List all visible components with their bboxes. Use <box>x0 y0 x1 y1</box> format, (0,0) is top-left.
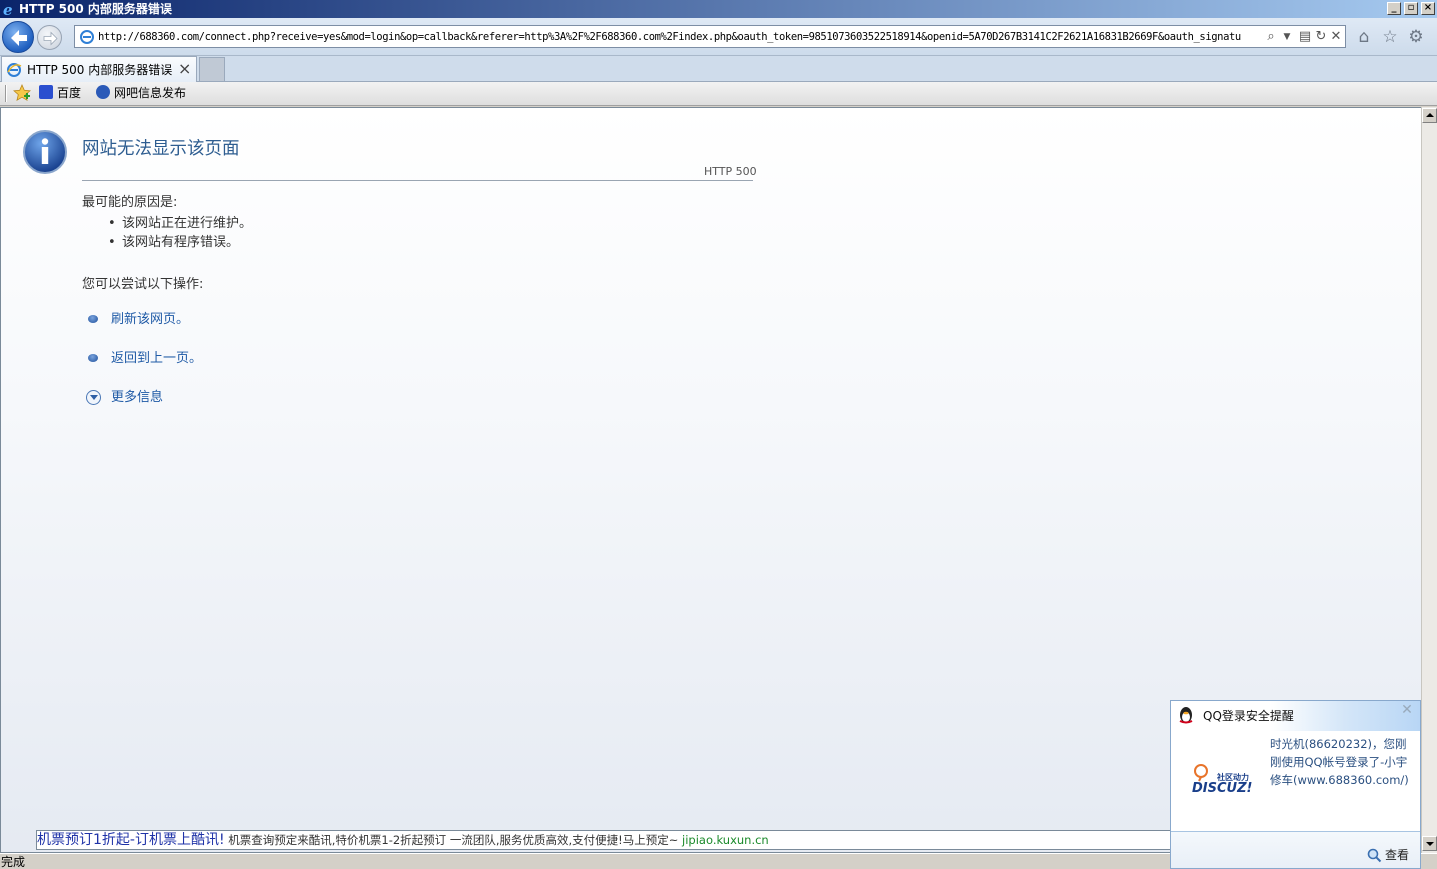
netbar-icon <box>96 85 110 99</box>
stop-icon[interactable]: ✕ <box>1328 29 1344 45</box>
ad-url[interactable]: jipiao.kuxun.cn <box>682 833 769 847</box>
qq-popup-header: QQ登录安全提醒 ✕ <box>1171 701 1420 731</box>
close-icon[interactable]: ✕ <box>1399 702 1415 718</box>
error-code: HTTP 500 <box>704 165 757 178</box>
page-ie-icon <box>80 30 94 44</box>
window-title-bar[interactable]: e HTTP 500 内部服务器错误 _ ▫ × <box>0 0 1437 18</box>
favorites-bar: 百度 网吧信息发布 <box>0 82 1437 106</box>
ie-logo-icon: e <box>3 1 13 17</box>
svg-text:e: e <box>3 1 13 17</box>
more-info-label[interactable]: 更多信息 <box>111 389 163 407</box>
status-text: 完成 <box>1 855 26 869</box>
search-icon[interactable]: ⌕ <box>1263 29 1279 45</box>
forward-arrow-icon <box>43 31 58 46</box>
close-window-button[interactable]: × <box>1421 2 1435 15</box>
expand-chevron-icon[interactable] <box>86 390 101 405</box>
window-title: HTTP 500 内部服务器错误 <box>19 2 172 16</box>
qq-popup-message: 时光机(86620232)，您刚刚使用QQ帐号登录了-小宇修车(www.6883… <box>1270 737 1409 787</box>
title-divider <box>82 180 753 181</box>
magnifier-icon <box>1367 848 1382 863</box>
forward-button[interactable] <box>37 25 62 50</box>
qq-popup-title: QQ登录安全提醒 <box>1203 709 1294 723</box>
go-back-label[interactable]: 返回到上一页。 <box>111 350 202 368</box>
qq-view-button[interactable]: 查看 <box>1367 847 1409 863</box>
refresh-icon[interactable]: ↻ <box>1313 29 1329 45</box>
favorite-netbar-label: 网吧信息发布 <box>114 86 187 100</box>
tab-bar: HTTP 500 内部服务器错误 × <box>0 56 1437 82</box>
bullet-icon <box>88 354 98 362</box>
favorites-add-star-icon[interactable] <box>13 84 31 102</box>
restore-button[interactable]: ▫ <box>1404 2 1418 15</box>
tools-gear-icon[interactable]: ⚙ <box>1406 27 1426 47</box>
reason-item-text: 该网站有程序错误。 <box>122 235 240 250</box>
new-tab-button[interactable] <box>199 57 225 81</box>
vertical-scrollbar[interactable] <box>1421 107 1437 853</box>
home-icon[interactable]: ⌂ <box>1354 27 1374 47</box>
address-bar[interactable]: http://688360.com/connect.php?receive=ye… <box>74 25 1346 48</box>
reason-item: 该网站有程序错误。 <box>108 234 239 251</box>
scroll-down-button[interactable] <box>1422 836 1437 851</box>
info-icon <box>23 130 67 174</box>
favorite-netbar-info[interactable]: 网吧信息发布 <box>96 85 186 102</box>
favorites-grip[interactable] <box>5 85 7 102</box>
actions-heading: 您可以尝试以下操作: <box>82 277 204 292</box>
tab-http-500[interactable]: HTTP 500 内部服务器错误 × <box>1 56 197 82</box>
qq-login-alert-popup[interactable]: QQ登录安全提醒 ✕ 社区动力 DISCUZ! 时光机(86620232)，您刚… <box>1170 700 1421 869</box>
error-title: 网站无法显示该页面 <box>82 139 240 159</box>
favorite-baidu[interactable]: 百度 <box>39 85 81 102</box>
ad-title[interactable]: 机票预订1折起-订机票上酷讯! <box>37 832 225 848</box>
tab-close-icon[interactable]: × <box>178 60 191 78</box>
baidu-paw-icon <box>39 85 53 99</box>
discuz-logo-text: DISCUZ! <box>1192 781 1253 796</box>
ad-banner[interactable]: 机票预订1折起-订机票上酷讯! 机票查询预定来酷讯,特价机票1-2折起预订 一流… <box>36 830 1171 850</box>
back-button[interactable] <box>2 21 34 53</box>
ad-description[interactable]: 机票查询预定来酷讯,特价机票1-2折起预订 一流团队,服务优质高效,支付便捷!马… <box>225 833 682 847</box>
reason-item-text: 该网站正在进行维护。 <box>122 216 253 231</box>
compat-view-icon[interactable]: ▤ <box>1297 29 1313 45</box>
minimize-button[interactable]: _ <box>1387 2 1401 15</box>
reason-item: 该网站正在进行维护。 <box>108 215 252 232</box>
bullet-icon <box>88 315 98 323</box>
tab-label: HTTP 500 内部服务器错误 <box>27 63 173 77</box>
url-text[interactable]: http://688360.com/connect.php?receive=ye… <box>98 30 1258 44</box>
qq-penguin-icon <box>1179 707 1193 724</box>
favorite-baidu-label: 百度 <box>57 86 82 100</box>
navigation-bar: http://688360.com/connect.php?receive=ye… <box>0 18 1437 56</box>
scroll-up-button[interactable] <box>1422 108 1437 123</box>
dropdown-icon[interactable]: ▼ <box>1279 29 1295 45</box>
tab-ie-icon <box>7 63 22 77</box>
favorites-star-icon[interactable]: ☆ <box>1380 27 1400 47</box>
back-arrow-icon <box>11 30 27 46</box>
reasons-heading: 最可能的原因是: <box>82 195 178 210</box>
refresh-page-label[interactable]: 刷新该网页。 <box>111 311 189 329</box>
